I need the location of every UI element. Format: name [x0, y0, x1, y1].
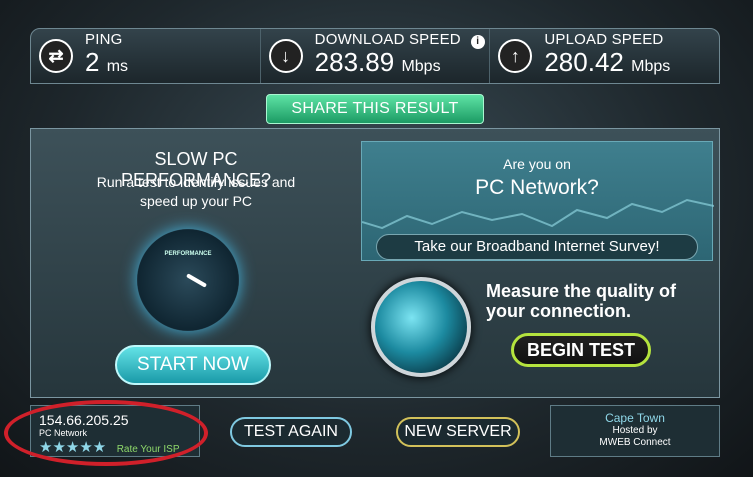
download-value: 283.89 Mbps — [314, 47, 441, 77]
share-result-button[interactable]: SHARE THIS RESULT — [266, 94, 484, 124]
server-host: MWEB Connect — [599, 437, 671, 448]
begin-test-button[interactable]: BEGIN TEST — [511, 333, 651, 367]
test-again-button[interactable]: TEST AGAIN — [230, 417, 352, 447]
server-city: Cape Town — [605, 411, 665, 425]
server-info: Cape Town Hosted by MWEB Connect — [550, 405, 720, 457]
new-server-button[interactable]: NEW SERVER — [396, 417, 520, 447]
upload-stat: ↑ UPLOAD SPEED 280.42 Mbps — [490, 29, 719, 83]
measure-text: Measure the quality of your connection. — [486, 281, 677, 321]
download-label: DOWNLOAD SPEED — [314, 31, 461, 48]
download-stat: ↓ DOWNLOAD SPEED 283.89 Mbps i — [261, 29, 491, 83]
main-panel: SLOW PC PERFORMANCE? Run a test to ident… — [30, 128, 720, 398]
globe-icon — [371, 277, 471, 377]
gauge-label: PERFORMANCE — [164, 251, 212, 257]
info-icon[interactable]: i — [470, 35, 485, 49]
speedtest-stage: ⇄ PING 2 ms ↓ DOWNLOAD SPEED 283.89 Mbps… — [0, 0, 753, 477]
hosted-by-label: Hosted by — [612, 425, 658, 436]
start-now-button[interactable]: START NOW — [115, 345, 271, 385]
pc-ad-subtitle: Run a test to identify issues and speed … — [96, 174, 296, 209]
upload-value: 280.42 Mbps — [544, 47, 671, 77]
ping-label: PING — [85, 31, 123, 48]
survey-question-line1: Are you on — [503, 156, 571, 172]
stats-bar: ⇄ PING 2 ms ↓ DOWNLOAD SPEED 283.89 Mbps… — [30, 28, 720, 84]
ping-stat: ⇄ PING 2 ms — [31, 29, 261, 83]
upload-label: UPLOAD SPEED — [544, 31, 664, 48]
performance-gauge-icon: PERFORMANCE — [137, 229, 239, 331]
survey-question-line2: PC Network? — [475, 176, 599, 199]
gauge-needle — [186, 273, 208, 288]
ping-value: 2 ms — [85, 47, 129, 77]
annotation-circle — [4, 400, 208, 466]
ping-icon: ⇄ — [39, 39, 73, 73]
download-arrow-icon: ↓ — [268, 39, 303, 73]
upload-arrow-icon: ↑ — [498, 39, 533, 73]
survey-banner[interactable]: Are you on PC Network? Take our Broadban… — [361, 141, 714, 261]
survey-button[interactable]: Take our Broadband Internet Survey! — [376, 234, 698, 260]
